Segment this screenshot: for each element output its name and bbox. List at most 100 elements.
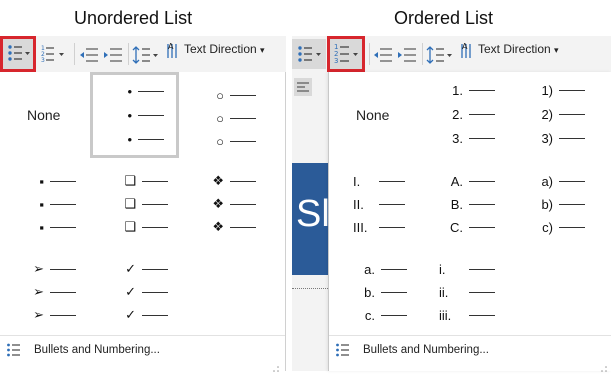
- increase-indent-icon: [398, 48, 416, 62]
- decrease-indent-button[interactable]: [78, 45, 100, 65]
- bullet-none-option[interactable]: None: [27, 107, 60, 123]
- number-marker: 1.: [452, 82, 463, 98]
- numbering-preview-row: II.: [353, 193, 405, 215]
- arrow-bullet-icon: ➢: [33, 307, 44, 322]
- bullet-preview-row: ▪: [22, 216, 76, 238]
- number-marker: c.: [364, 307, 375, 323]
- number-marker: i.: [439, 261, 446, 277]
- numbering-button[interactable]: 1 2 3: [327, 36, 365, 72]
- number-marker: C.: [450, 219, 463, 235]
- resize-grip-icon[interactable]: [600, 360, 608, 372]
- toolbar-separator: [422, 43, 423, 65]
- line-spacing-button[interactable]: [426, 44, 454, 66]
- star-diamond-bullet-icon: ❖: [212, 219, 224, 234]
- bullets-and-numbering-footer[interactable]: Bullets and Numbering...: [0, 335, 285, 372]
- increase-indent-button[interactable]: [396, 45, 418, 65]
- bullet-preview-row: •: [112, 104, 164, 126]
- numbering-preview-row: 1): [517, 79, 585, 101]
- arrow-bullet-icon: ➢: [33, 261, 44, 276]
- number-marker: 3): [541, 130, 553, 146]
- bullet-preview-row: ❑: [110, 170, 168, 192]
- text-direction-button[interactable]: Text Direction ▾: [478, 42, 559, 56]
- number-marker: a): [541, 173, 553, 189]
- numbering-preview-row: b): [527, 193, 585, 215]
- text-direction-label: Text Direction: [478, 42, 551, 56]
- numbering-preview-row: C.: [439, 216, 495, 238]
- filled-round-bullet-icon: •: [127, 131, 132, 147]
- bullets-icon: [8, 45, 30, 61]
- number-marker: 2.: [452, 106, 463, 122]
- unordered-list-heading: Unordered List: [74, 8, 193, 28]
- hollow-square-bullet-icon: ❑: [124, 196, 136, 211]
- number-marker: b): [541, 196, 553, 212]
- filled-square-bullet-icon: ▪: [39, 196, 44, 212]
- checkmark-bullet-icon: ✓: [125, 307, 136, 322]
- bullet-preview-row: ○: [198, 107, 256, 129]
- bullet-preview-row: ➢: [22, 258, 76, 280]
- toolbar-separator: [128, 43, 129, 65]
- number-marker: 2): [541, 106, 553, 122]
- numbering-preview-row: 3.: [429, 127, 495, 149]
- line-spacing-icon: [132, 46, 158, 64]
- numbering-preview-row: i.: [439, 258, 495, 280]
- bullet-preview-row: ✓: [110, 281, 168, 303]
- filled-round-bullet-icon: •: [127, 107, 132, 123]
- increase-indent-button[interactable]: [102, 45, 124, 65]
- numbering-preview-row: c): [527, 216, 585, 238]
- numbering-preview-row: 3): [517, 127, 585, 149]
- numbering-none-option[interactable]: None: [356, 107, 389, 123]
- bullet-preview-row: ○: [198, 84, 256, 106]
- checkmark-bullet-icon: ✓: [125, 261, 136, 276]
- dotted-guide: [292, 288, 328, 289]
- chevron-down-icon: ▾: [260, 45, 265, 55]
- numbering-preview-row: III.: [353, 216, 405, 238]
- bullet-preview-row: ❑: [110, 193, 168, 215]
- align-left-button[interactable]: [294, 78, 312, 96]
- number-marker: B.: [450, 196, 463, 212]
- numbering-preview-row: ii.: [439, 281, 495, 303]
- decrease-indent-button[interactable]: [372, 45, 394, 65]
- bullet-preview-row: ▪: [22, 170, 76, 192]
- bullets-and-numbering-label: Bullets and Numbering...: [34, 344, 160, 356]
- toolbar-separator: [74, 43, 75, 65]
- numbering-preview-row: I.: [353, 170, 405, 192]
- hollow-round-bullet-icon: ○: [216, 87, 224, 103]
- hollow-round-bullet-icon: ○: [216, 110, 224, 126]
- svg-text:3: 3: [41, 57, 45, 64]
- bullet-preview-row: ❖: [198, 193, 256, 215]
- numbering-preview-row: a): [527, 170, 585, 192]
- slide-thumbnail: Sli: [292, 163, 338, 275]
- numbering-preview-row: b.: [353, 281, 407, 303]
- line-spacing-icon: [426, 46, 452, 64]
- number-marker: III.: [353, 219, 368, 235]
- bullets-and-numbering-footer[interactable]: Bullets and Numbering...: [329, 335, 611, 372]
- resize-grip-icon[interactable]: [272, 360, 280, 372]
- text-direction-icon: A: [460, 40, 476, 60]
- arrow-bullet-icon: ➢: [33, 284, 44, 299]
- hollow-square-bullet-icon: ❑: [124, 219, 136, 234]
- numbering-preview-row: B.: [439, 193, 495, 215]
- bullets-and-numbering-label: Bullets and Numbering...: [363, 344, 489, 356]
- hollow-square-bullet-icon: ❑: [124, 173, 136, 188]
- bullets-button[interactable]: [292, 39, 326, 69]
- number-marker: I.: [353, 173, 361, 189]
- numbering-preview-row: iii.: [439, 304, 495, 326]
- text-direction-button[interactable]: Text Direction ▾: [184, 42, 265, 56]
- bullets-button[interactable]: [0, 36, 36, 72]
- bullet-preview-row: ❖: [198, 216, 256, 238]
- bullets-icon: [298, 46, 321, 62]
- decrease-indent-icon: [80, 48, 98, 62]
- number-marker: a.: [364, 261, 375, 277]
- numbering-button[interactable]: 1 2 3: [40, 42, 68, 66]
- numbering-preview-row: 2): [517, 103, 585, 125]
- bullet-preview-row: ❑: [110, 216, 168, 238]
- numbering-preview-row: 2.: [429, 103, 495, 125]
- list-icon: [7, 343, 20, 357]
- number-marker: ii.: [439, 284, 449, 300]
- line-spacing-button[interactable]: [132, 44, 160, 66]
- bullet-preview-row: ○: [198, 130, 256, 152]
- numbering-preview-row: a.: [353, 258, 407, 280]
- bullet-preview-row: ❖: [198, 170, 256, 192]
- list-icon: [336, 343, 349, 357]
- ordered-list-heading: Ordered List: [394, 8, 494, 28]
